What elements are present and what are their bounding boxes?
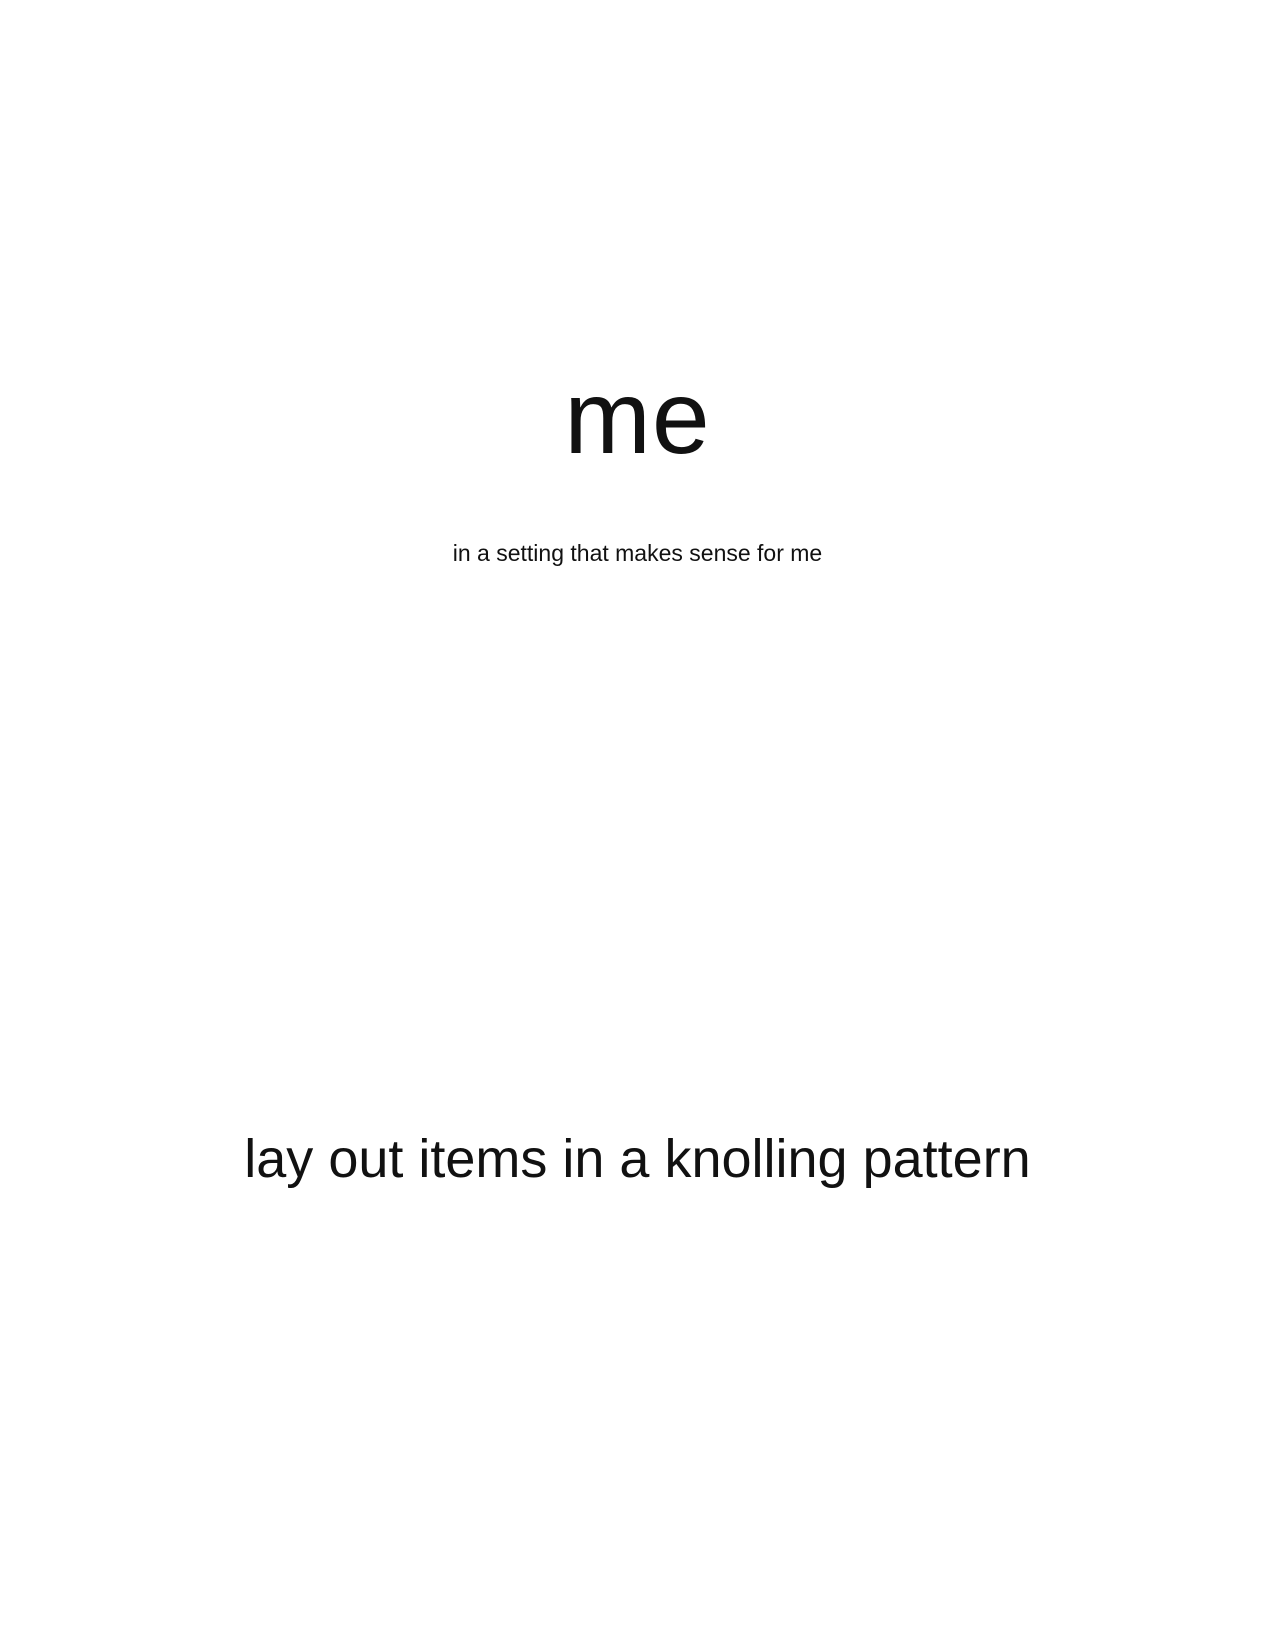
- instruction-text: lay out items in a knolling pattern: [244, 1129, 1031, 1189]
- document-page: me in a setting that makes sense for me …: [0, 0, 1275, 1650]
- page-title: me: [564, 360, 711, 476]
- page-subtitle: in a setting that makes sense for me: [452, 540, 823, 566]
